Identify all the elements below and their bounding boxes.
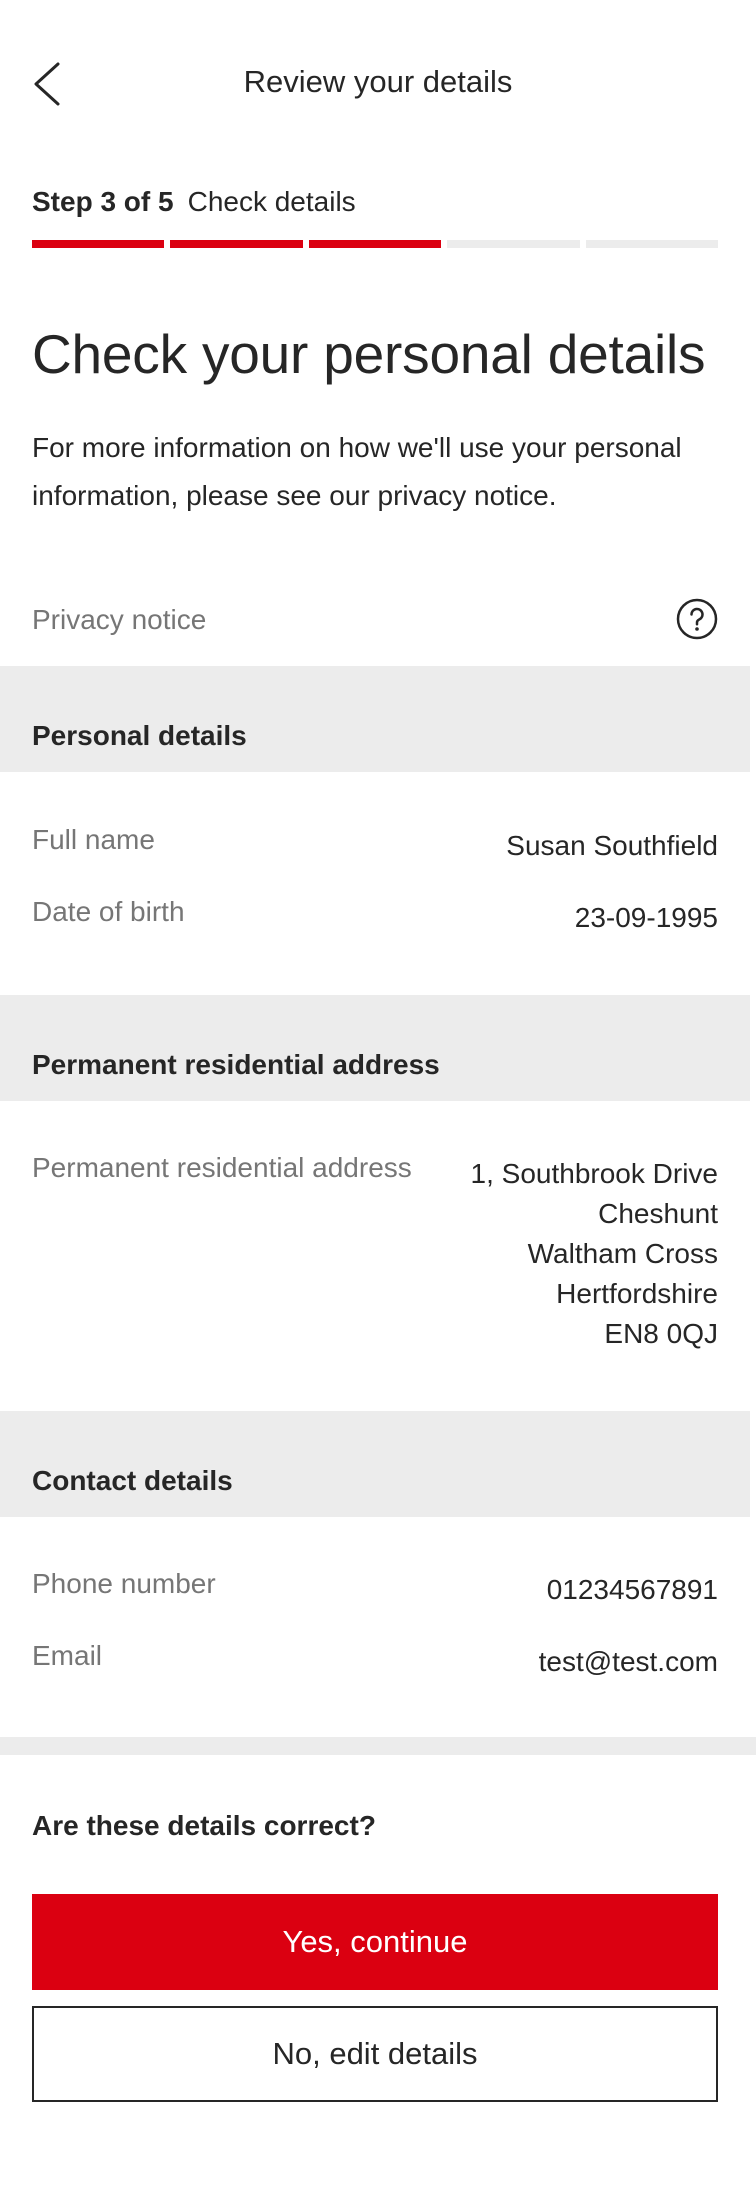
section-title: Permanent residential address xyxy=(32,1049,440,1080)
date-of-birth-label: Date of birth xyxy=(32,896,185,927)
step-count: Step 3 of 5 xyxy=(32,186,174,217)
page-title: Check your personal details xyxy=(32,323,706,385)
no-edit-details-button[interactable]: No, edit details xyxy=(32,2006,718,2102)
progress-segment-pending xyxy=(447,240,580,248)
detail-row-full-name: Full name Susan Southfield xyxy=(32,824,718,868)
address-line: Cheshunt xyxy=(598,1198,718,1229)
section-divider xyxy=(0,1737,756,1755)
section-title: Personal details xyxy=(32,720,247,751)
address-line: Hertfordshire xyxy=(556,1278,718,1309)
detail-row-email: Email test@test.com xyxy=(32,1640,718,1684)
phone-label: Phone number xyxy=(32,1568,216,1599)
detail-row-date-of-birth: Date of birth 23-09-1995 xyxy=(32,896,718,940)
detail-row-phone: Phone number 01234567891 xyxy=(32,1568,718,1612)
address-line: EN8 0QJ xyxy=(604,1318,718,1349)
privacy-notice-label: Privacy notice xyxy=(32,604,207,635)
email-value: test@test.com xyxy=(538,1646,718,1677)
address-value: 1, Southbrook Drive Cheshunt Waltham Cro… xyxy=(471,1154,718,1354)
confirm-question: Are these details correct? xyxy=(32,1810,376,1841)
yes-continue-button[interactable]: Yes, continue xyxy=(32,1894,718,1990)
section-header-address: Permanent residential address xyxy=(0,995,750,1101)
full-name-value: Susan Southfield xyxy=(506,830,718,861)
full-name-label: Full name xyxy=(32,824,155,855)
section-title: Contact details xyxy=(32,1465,233,1496)
question-circle-icon[interactable] xyxy=(676,598,718,640)
header-title: Review your details xyxy=(243,64,513,99)
detail-row-address: Permanent residential address 1, Southbr… xyxy=(32,1152,718,1362)
progress-segment-complete xyxy=(170,240,303,248)
step-name: Check details xyxy=(187,186,356,217)
header: Review your details xyxy=(0,0,756,170)
email-label: Email xyxy=(32,1640,103,1671)
progress-segment-complete xyxy=(32,240,165,248)
address-line: Waltham Cross xyxy=(527,1238,718,1269)
progress-segment-pending xyxy=(585,240,719,248)
progress-segment-complete xyxy=(308,240,442,248)
date-of-birth-value: 23-09-1995 xyxy=(574,902,718,933)
phone-value: 01234567891 xyxy=(546,1574,718,1605)
progress-bar xyxy=(32,240,719,248)
address-line: 1, Southbrook Drive xyxy=(470,1158,718,1189)
section-header-contact-details: Contact details xyxy=(0,1411,750,1517)
intro-text: For more information on how we'll use yo… xyxy=(32,432,682,511)
address-label: Permanent residential address xyxy=(32,1152,412,1183)
privacy-notice-row[interactable]: Privacy notice xyxy=(0,586,756,652)
section-header-personal-details: Personal details xyxy=(0,666,750,772)
step-indicator: Step 3 of 5 Check details xyxy=(32,186,356,218)
